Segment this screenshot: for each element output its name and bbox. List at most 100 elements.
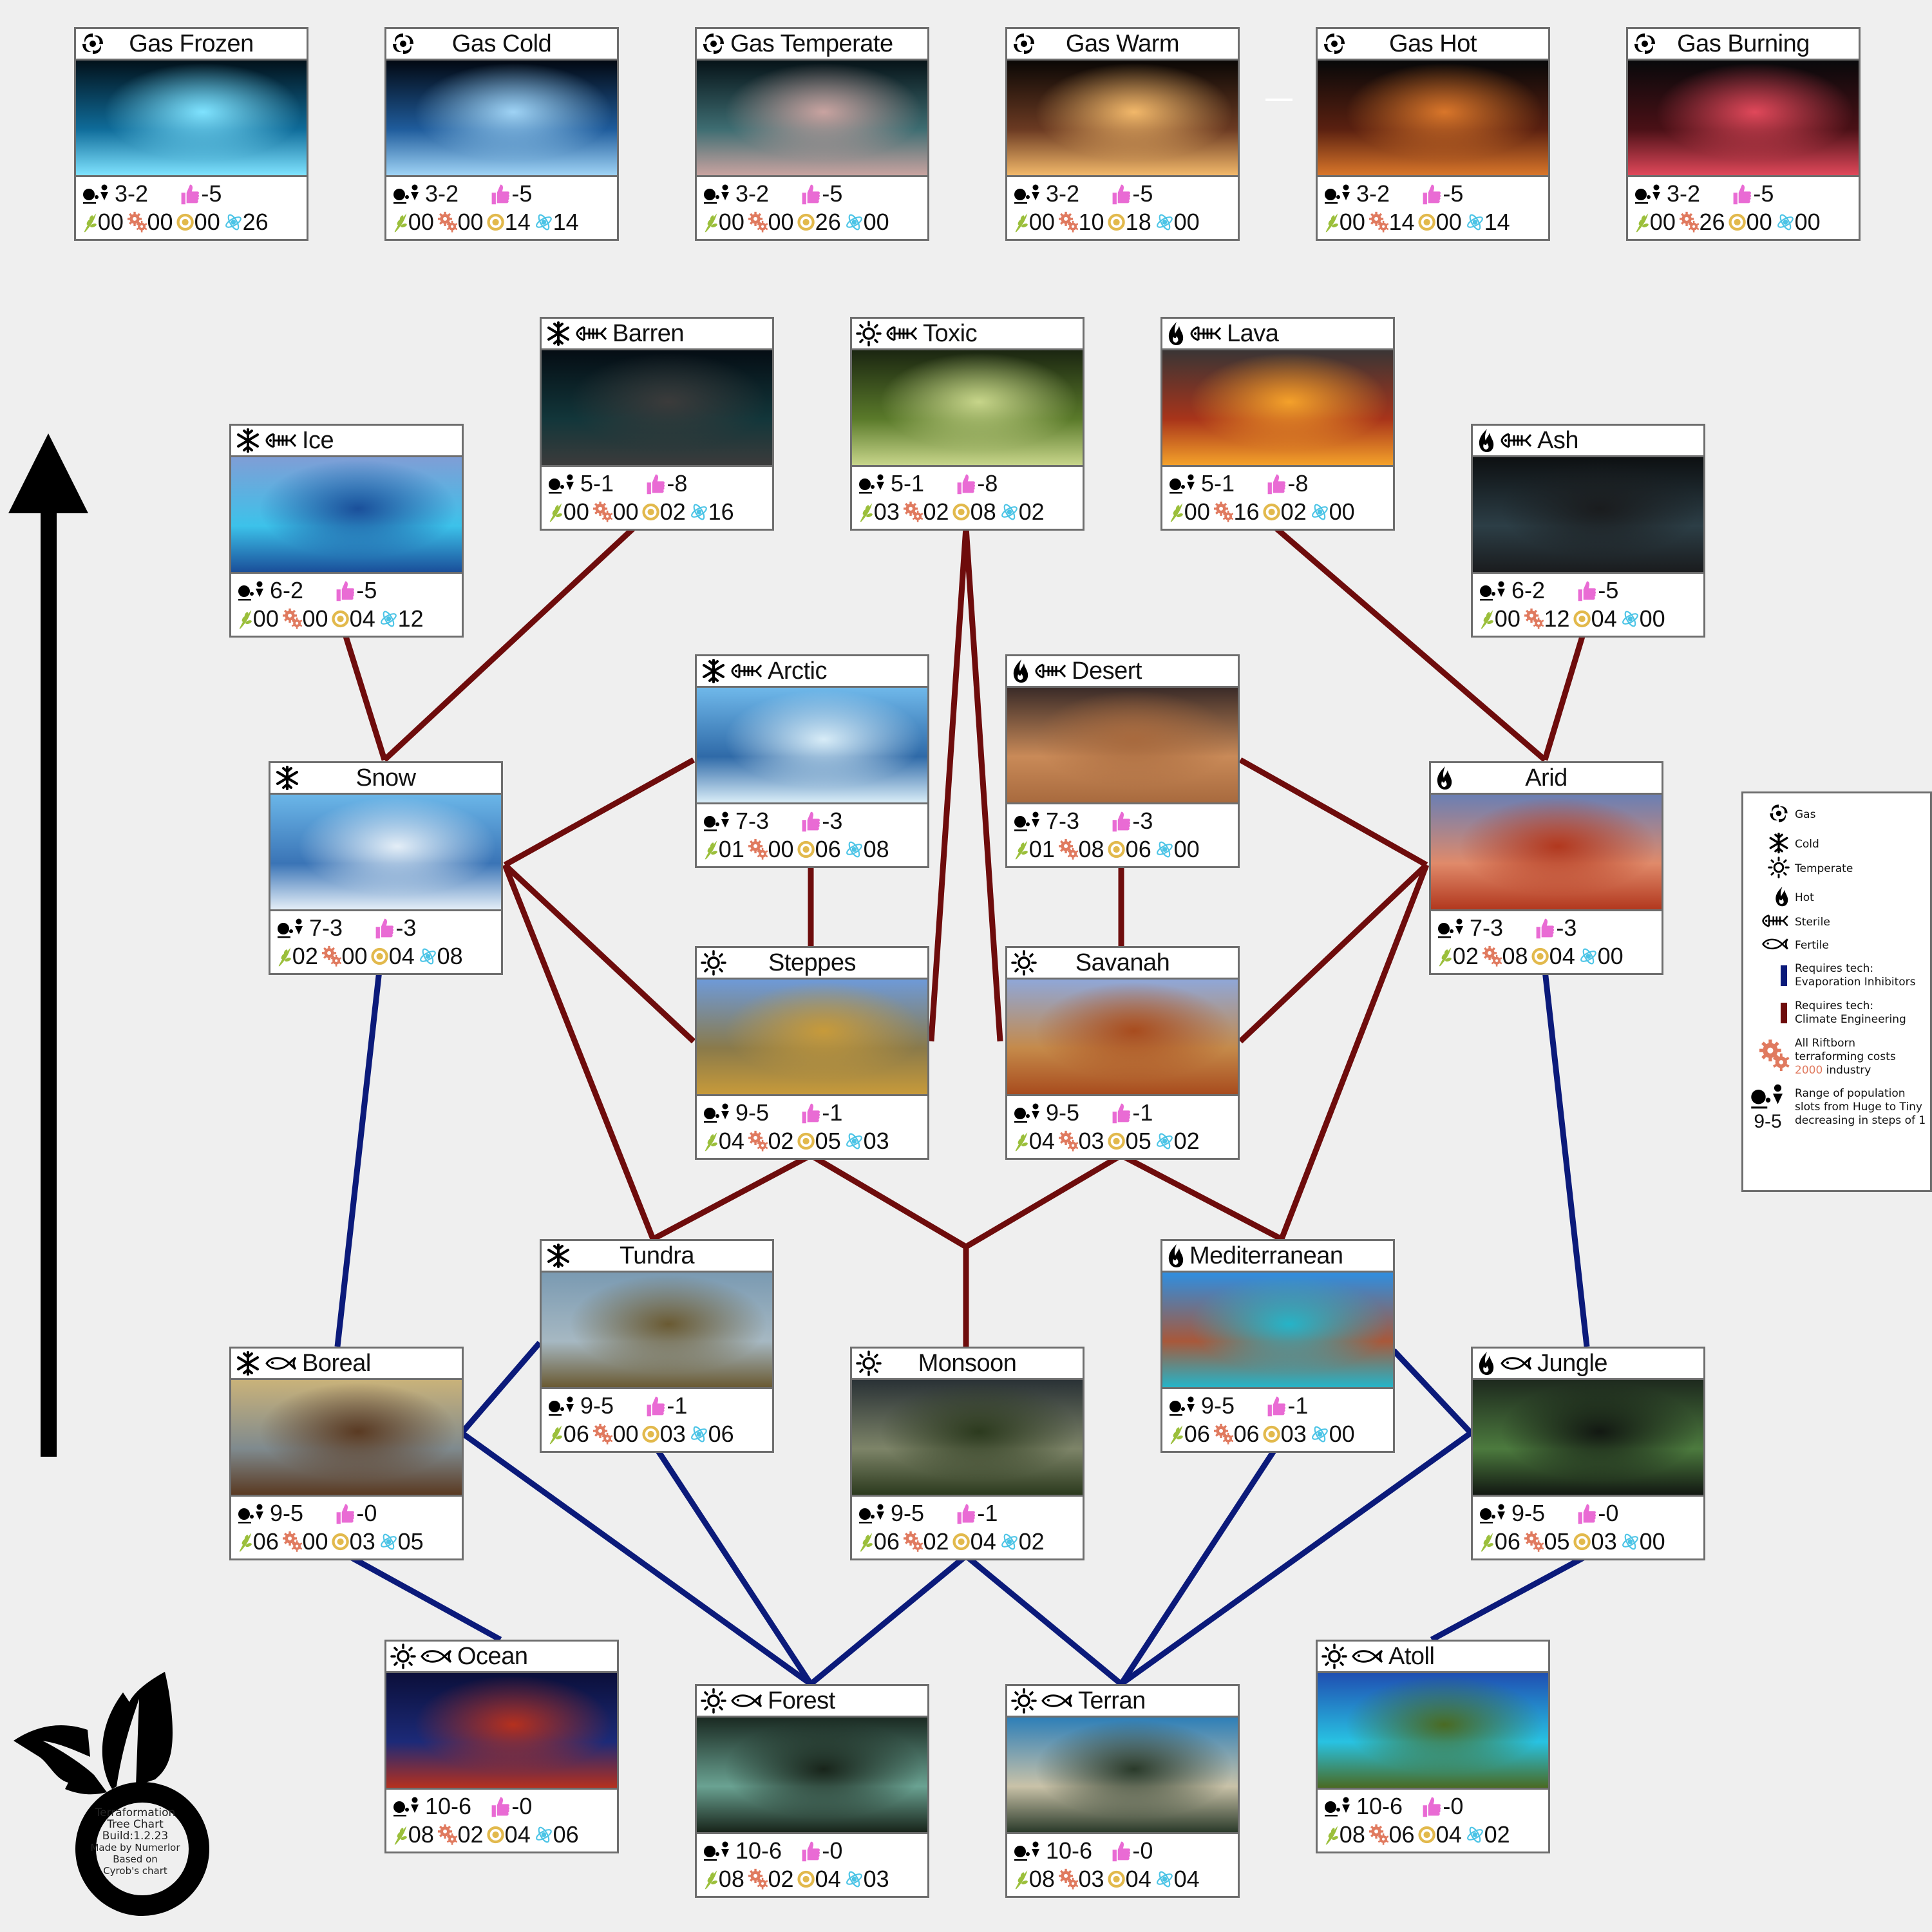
card-header: Mediterranean — [1162, 1241, 1393, 1273]
population-range: 9-5 — [270, 1500, 304, 1526]
food-value: 01 — [718, 836, 744, 862]
planet-image — [1162, 350, 1393, 467]
population-range: 3-2 — [425, 180, 459, 207]
approval-icon — [1421, 182, 1441, 205]
food-icon — [858, 1531, 874, 1553]
fish-icon — [1041, 1688, 1074, 1714]
planet-image — [270, 795, 501, 911]
food-icon — [1479, 608, 1495, 630]
dust-icon — [797, 838, 815, 860]
food-icon — [1479, 1531, 1495, 1553]
industry-icon — [321, 945, 342, 967]
food-value: 02 — [1452, 943, 1479, 969]
dust-icon — [487, 211, 505, 233]
planet-name: Mediterranean — [1189, 1242, 1343, 1269]
population-icon — [703, 1103, 732, 1123]
industry-icon — [1524, 608, 1544, 630]
approval-value: -0 — [1132, 1837, 1153, 1864]
population-range: 9-5 — [735, 1099, 770, 1126]
science-icon — [1155, 211, 1174, 233]
industry-value: 03 — [1078, 1866, 1104, 1892]
food-icon — [238, 1531, 253, 1553]
planet-stats: 3-2 -5 00 14 00 14 — [1318, 177, 1548, 239]
science-icon — [1311, 1423, 1329, 1445]
planet-stats: 3-2 -5 00 00 26 00 — [697, 177, 927, 239]
dust-value: 14 — [504, 209, 531, 235]
planet-card-gas-burning: Gas Burning 3-2 -5 00 26 00 00 — [1626, 27, 1861, 241]
science-value: 03 — [863, 1128, 889, 1154]
industry-value: 14 — [1388, 209, 1415, 235]
planet-name: Barren — [612, 319, 685, 347]
population-range: 5-1 — [1201, 470, 1235, 497]
dust-value: 06 — [1125, 836, 1151, 862]
population-icon — [393, 184, 421, 204]
sun-icon — [856, 321, 882, 346]
population-range: 10-6 — [1046, 1837, 1093, 1864]
dust-icon — [952, 1531, 971, 1553]
population-range: 3-2 — [1046, 180, 1080, 207]
industry-icon — [1058, 211, 1079, 233]
planet-name: Steppes — [768, 949, 856, 976]
fish-icon — [730, 1688, 764, 1714]
population-icon — [548, 1396, 576, 1416]
evaporation-inhibitors-edge-mediterranean-jungle — [1391, 1348, 1473, 1435]
dust-icon — [797, 211, 815, 233]
food-value: 06 — [563, 1421, 589, 1447]
food-value: 06 — [873, 1528, 900, 1555]
science-value: 12 — [397, 605, 424, 632]
dust-value: 00 — [1435, 209, 1462, 235]
industry-icon — [748, 1868, 768, 1890]
fish-skeleton-icon — [1189, 321, 1223, 346]
planet-image — [542, 1273, 772, 1389]
planet-stats: 10-6 -0 08 02 04 03 — [697, 1834, 927, 1896]
planet-stats: 9-5 -0 06 00 03 05 — [231, 1497, 462, 1558]
planet-name: Gas Hot — [1389, 30, 1477, 57]
population-icon — [548, 473, 576, 494]
science-icon — [535, 1824, 553, 1846]
card-header: Desert — [1007, 656, 1238, 688]
population-range: 9-5 — [1046, 1099, 1080, 1126]
science-value: 00 — [1794, 209, 1821, 235]
planet-card-jungle: Jungle 9-5 -0 06 05 03 00 — [1471, 1347, 1705, 1560]
approval-value: -8 — [1287, 470, 1309, 497]
industry-value: 03 — [1078, 1128, 1104, 1154]
logo-caption: Terraformation Tree Chart Build:1.2.23 M… — [90, 1806, 180, 1877]
planet-stats: 7-3 -3 01 00 06 08 — [697, 804, 927, 866]
evaporation-inhibitors-edge-monsoon-terran — [964, 1553, 1123, 1687]
flame-icon — [1477, 428, 1496, 453]
science-icon — [1155, 1868, 1174, 1890]
dust-icon — [1418, 211, 1436, 233]
science-value: 00 — [1639, 1528, 1665, 1555]
legend: Gas Cold Temperate Hot Sterile Fertile R — [1741, 791, 1932, 1192]
dust-value: 04 — [349, 605, 375, 632]
food-icon — [1437, 945, 1453, 967]
planet-image — [1007, 688, 1238, 804]
population-icon — [393, 1796, 421, 1817]
planet-stats: 10-6 -0 08 03 04 04 — [1007, 1834, 1238, 1896]
planet-image — [76, 61, 307, 177]
science-icon — [1000, 1531, 1019, 1553]
science-value: 00 — [1173, 209, 1200, 235]
planet-name: Arctic — [768, 657, 828, 685]
climate-engineering-edge-savanah-mediterranean — [1119, 1153, 1283, 1242]
food-value: 08 — [408, 1821, 434, 1848]
approval-value: -0 — [1598, 1500, 1619, 1526]
population-icon — [1169, 1396, 1197, 1416]
evaporation-inhibitors-edge-snow-boreal — [334, 970, 383, 1347]
approval-icon — [374, 916, 394, 940]
dust-icon — [1263, 1423, 1281, 1445]
population-icon — [703, 184, 732, 204]
planet-image — [1473, 1380, 1703, 1497]
population-range: 10-6 — [735, 1837, 782, 1864]
approval-value: -3 — [1132, 808, 1153, 834]
science-icon — [1621, 1531, 1640, 1553]
dust-icon — [797, 1868, 815, 1890]
approval-value: -3 — [395, 914, 417, 941]
population-range: 6-2 — [270, 577, 304, 603]
industry-icon — [748, 211, 768, 233]
planet-card-barren: Barren 5-1 -8 00 00 02 16 — [540, 317, 774, 531]
food-value: 06 — [252, 1528, 279, 1555]
planet-name: Gas Warm — [1065, 30, 1180, 57]
approval-icon — [1576, 579, 1596, 602]
science-icon — [1466, 211, 1484, 233]
